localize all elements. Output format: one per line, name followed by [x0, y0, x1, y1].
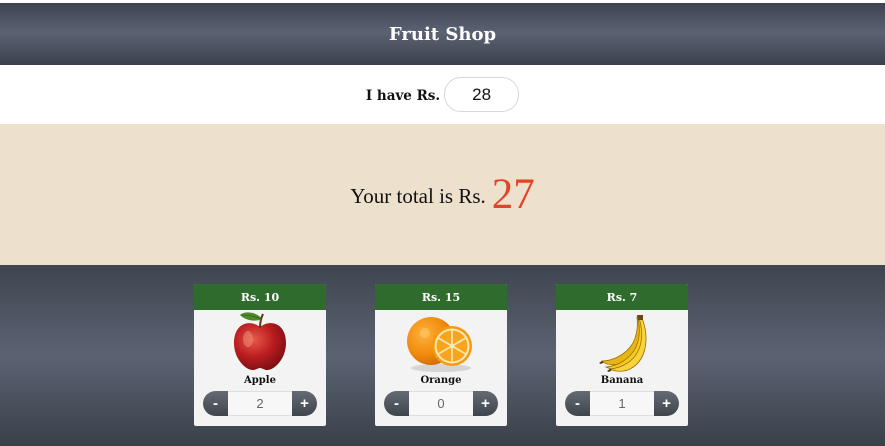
product-card-banana: Rs. 7 Banana - 1 +	[556, 284, 688, 426]
product-name: Apple	[244, 375, 276, 386]
increment-button[interactable]: +	[654, 391, 679, 416]
price-badge: Rs. 10	[194, 284, 326, 310]
budget-label: I have Rs.	[365, 88, 441, 104]
quantity-stepper: - 0 +	[384, 391, 498, 416]
budget-row: I have Rs.	[0, 65, 885, 124]
product-name: Banana	[600, 375, 644, 386]
increment-button[interactable]: +	[473, 391, 498, 416]
total-label: Your total is Rs.	[350, 184, 486, 208]
page-title: Fruit Shop	[388, 23, 497, 45]
decrement-button[interactable]: -	[384, 391, 409, 416]
total-value: 27	[491, 171, 535, 218]
banana-icon	[599, 315, 647, 372]
apple-icon	[234, 312, 286, 371]
total-banner: Your total is Rs. 27	[0, 124, 885, 265]
budget-input[interactable]	[444, 77, 520, 112]
orange-icon	[407, 317, 472, 372]
increment-button[interactable]: +	[292, 391, 317, 416]
price-badge: Rs. 15	[375, 284, 507, 310]
decrement-button[interactable]: -	[565, 391, 590, 416]
product-card-orange: Rs. 15 Orange - 0 +	[375, 284, 507, 426]
quantity-value[interactable]: 0	[409, 391, 473, 416]
quantity-value[interactable]: 2	[228, 391, 292, 416]
product-name: Orange	[420, 375, 462, 386]
product-card-apple: Rs. 10 Apple - 2 +	[194, 284, 326, 426]
decrement-button[interactable]: -	[203, 391, 228, 416]
quantity-stepper: - 1 +	[565, 391, 679, 416]
quantity-value[interactable]: 1	[590, 391, 654, 416]
price-badge: Rs. 7	[556, 284, 688, 310]
quantity-stepper: - 2 +	[203, 391, 317, 416]
app-header: Fruit Shop	[0, 3, 885, 65]
